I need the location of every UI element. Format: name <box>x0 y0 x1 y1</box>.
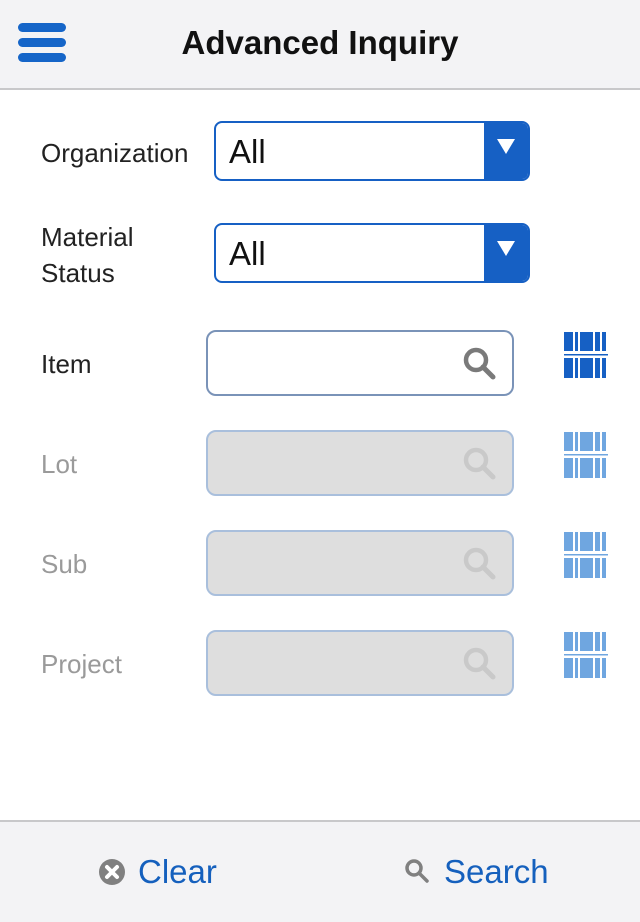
footer-toolbar: Clear Search <box>0 820 640 922</box>
app-header: Advanced Inquiry <box>0 0 640 90</box>
material-status-label-line2: Status <box>41 258 115 288</box>
barcode-scan-icon[interactable] <box>564 332 608 380</box>
barcode-scan-icon <box>564 432 608 478</box>
dropdown-arrow-icon <box>484 123 528 179</box>
clear-button-label: Clear <box>138 853 217 890</box>
project-input-field <box>206 630 514 696</box>
lot-label: Lot <box>41 449 78 479</box>
material-status-select[interactable]: All <box>214 223 530 283</box>
organization-label: Organization <box>41 138 189 168</box>
search-button-label: Search <box>444 853 549 890</box>
item-label: Item <box>41 349 92 379</box>
clear-icon <box>99 859 125 885</box>
search-button[interactable]: Search <box>404 852 549 892</box>
project-input <box>220 642 454 684</box>
organization-select[interactable]: All <box>214 121 530 181</box>
search-icon[interactable] <box>462 346 498 382</box>
sub-input <box>220 542 454 584</box>
item-input-field[interactable] <box>206 330 514 396</box>
material-status-select-value: All <box>229 235 266 272</box>
item-input[interactable] <box>220 342 454 384</box>
sub-input-field <box>206 530 514 596</box>
search-icon <box>463 447 496 480</box>
barcode-scan-icon <box>564 532 608 578</box>
material-status-label-line1: Material <box>41 222 134 252</box>
barcode-scan-icon <box>564 632 608 678</box>
search-icon <box>463 547 496 580</box>
page-title: Advanced Inquiry <box>181 24 459 61</box>
lot-input-field <box>206 430 514 496</box>
search-icon <box>463 647 496 680</box>
search-icon <box>405 859 429 883</box>
project-label: Project <box>41 649 122 679</box>
material-status-label: Material Status <box>41 219 133 291</box>
sub-label: Sub <box>41 549 88 579</box>
organization-select-value: All <box>229 133 266 170</box>
dropdown-arrow-icon <box>484 225 528 281</box>
clear-button[interactable]: Clear <box>98 852 217 892</box>
lot-input <box>220 442 454 484</box>
